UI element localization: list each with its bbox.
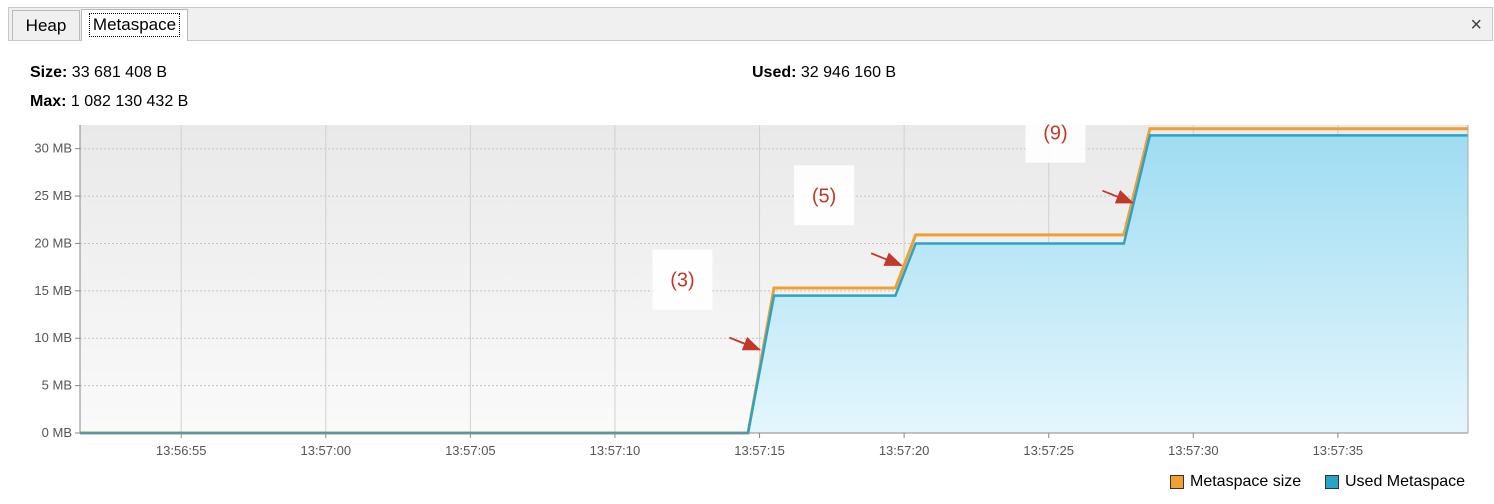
y-tick-label: 20 MB [34, 235, 72, 250]
legend-metaspace-size: Metaspace size [1170, 473, 1301, 491]
legend-label-size: Metaspace size [1190, 473, 1302, 490]
x-tick-label: 13:57:10 [590, 443, 641, 458]
x-tick-label: 13:57:35 [1313, 443, 1364, 458]
y-tick-label: 30 MB [34, 141, 72, 156]
annotation-label: (5) [812, 185, 836, 207]
legend-used-metaspace: Used Metaspace [1325, 473, 1465, 491]
annotation-label: (9) [1043, 123, 1067, 145]
x-tick-label: 13:57:00 [300, 443, 351, 458]
x-tick-label: 13:57:05 [445, 443, 496, 458]
x-tick-label: 13:57:30 [1168, 443, 1219, 458]
annotation-label: (3) [670, 270, 694, 292]
y-tick-label: 0 MB [42, 425, 72, 440]
y-tick-label: 10 MB [34, 330, 72, 345]
y-tick-label: 5 MB [42, 378, 72, 393]
legend-swatch-used [1325, 475, 1339, 489]
x-tick-label: 13:57:20 [879, 443, 930, 458]
x-tick-label: 13:56:55 [156, 443, 207, 458]
x-tick-label: 13:57:15 [734, 443, 785, 458]
metaspace-chart: 0 MB 5 MB 10 MB 15 MB 20 MB 25 MB 30 MB 13:56:5… [34, 102, 1469, 458]
legend-label-used: Used Metaspace [1345, 473, 1466, 490]
x-tick-label: 13:57:25 [1023, 443, 1074, 458]
y-tick-label: 15 MB [34, 283, 72, 298]
legend-swatch-size [1170, 475, 1184, 489]
y-tick-label: 25 MB [34, 188, 72, 203]
